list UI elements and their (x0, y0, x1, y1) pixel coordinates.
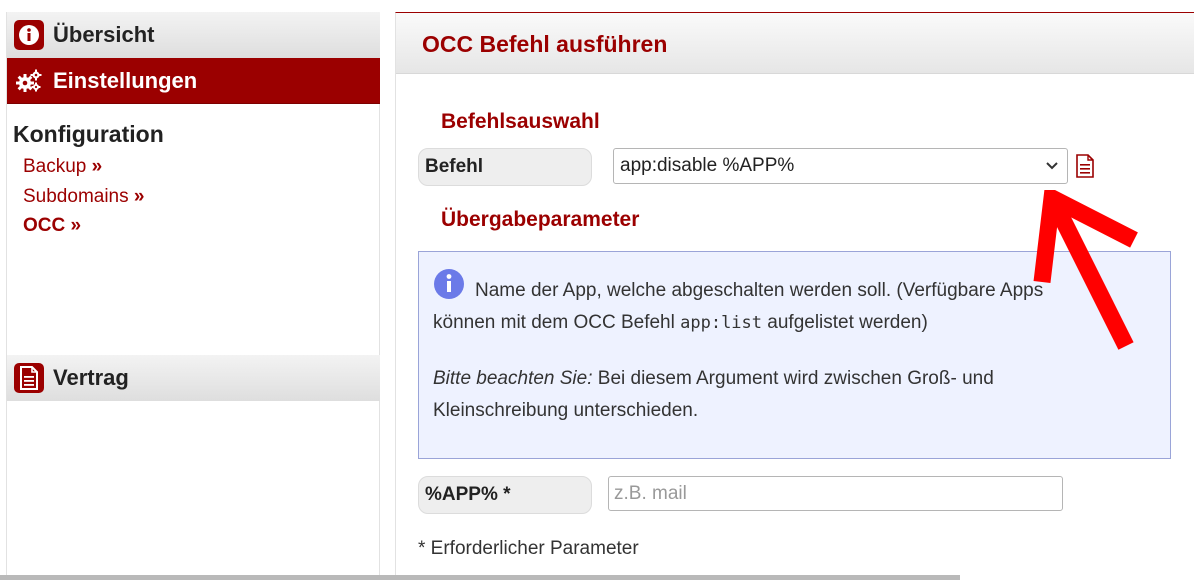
info-text-part: können mit dem OCC Befehl (433, 312, 681, 333)
heading-uebergabeparameter: Übergabeparameter (441, 208, 640, 231)
nav-vertrag-label: Vertrag (53, 365, 129, 390)
required-footnote: * Erforderlicher Parameter (418, 538, 639, 559)
info-text-line: Bitte beachten Sie: Bei diesem Argument … (433, 368, 994, 390)
nav-uebersicht-label: Übersicht (53, 22, 155, 47)
sidebar-link-subdomains[interactable]: Subdomains » (23, 186, 144, 208)
horizontal-scrollbar[interactable] (0, 575, 960, 580)
info-circle-icon (434, 269, 464, 299)
raquo: » (91, 156, 103, 177)
befehl-select[interactable]: app:disable %APP% (613, 148, 1068, 184)
nav-vertrag[interactable]: Vertrag (7, 355, 380, 401)
info-box: Name der App, welche abgeschalten werden… (418, 251, 1171, 459)
label-app-param-text: %APP% * (425, 484, 511, 505)
info-text-line: Kleinschreibung unterschieden. (433, 400, 699, 421)
befehl-select-value: app:disable %APP% (620, 155, 795, 176)
sidebar: Übersicht Einstellungen Konfiguration Ba… (6, 12, 380, 580)
document-icon (14, 363, 44, 393)
sidebar-link-backup-label: Backup (23, 156, 87, 177)
sidebar-link-occ-label: OCC (23, 215, 66, 236)
document-icon[interactable] (1074, 153, 1096, 179)
info-emphasis: Bitte beachten Sie: (433, 368, 593, 389)
label-app-param: %APP% * (418, 476, 592, 514)
raquo: » (70, 215, 82, 236)
main-header: OCC Befehl ausführen (396, 13, 1194, 74)
label-befehl: Befehl (418, 148, 592, 186)
info-icon (14, 20, 44, 50)
sidebar-link-backup[interactable]: Backup » (23, 156, 102, 178)
sidebar-link-subdomains-label: Subdomains (23, 186, 129, 207)
page-title: OCC Befehl ausführen (422, 31, 668, 57)
info-text-part: Bei diesem Argument wird zwischen Groß- … (592, 368, 994, 389)
heading-befehlsauswahl: Befehlsauswahl (441, 110, 600, 133)
nav-einstellungen[interactable]: Einstellungen (7, 58, 380, 104)
sidebar-link-occ[interactable]: OCC » (23, 215, 81, 237)
info-code: app:list (680, 313, 763, 333)
section-title-konfiguration: Konfiguration (13, 121, 164, 147)
raquo: » (133, 186, 145, 207)
info-text-line: können mit dem OCC Befehl app:list aufge… (433, 312, 928, 334)
chevron-down-icon (1046, 162, 1058, 170)
info-text-part: aufgelistet werden) (762, 312, 928, 333)
label-befehl-text: Befehl (425, 156, 484, 177)
gears-icon (14, 66, 44, 96)
nav-einstellungen-label: Einstellungen (53, 67, 198, 93)
main-panel: OCC Befehl ausführen Befehlsauswahl Befe… (395, 12, 1194, 580)
nav-uebersicht[interactable]: Übersicht (7, 12, 380, 58)
info-text-line: Name der App, welche abgeschalten werden… (475, 280, 1044, 301)
app-param-input[interactable] (608, 476, 1063, 511)
